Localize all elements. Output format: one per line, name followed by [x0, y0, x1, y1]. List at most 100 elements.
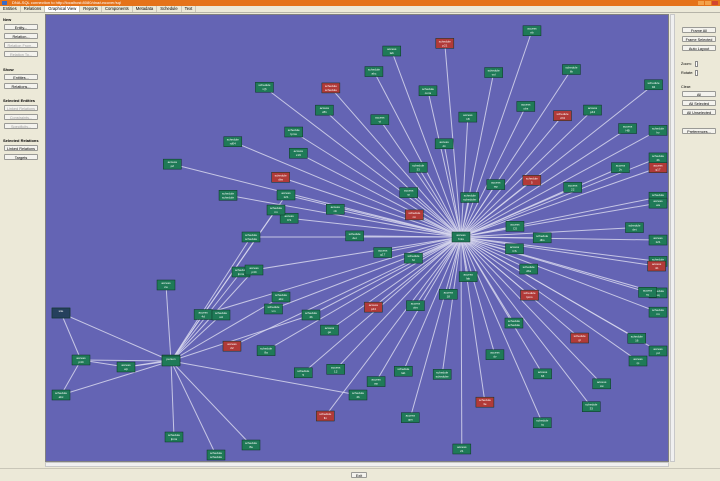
graph-node[interactable]: scheduleabc	[271, 291, 291, 303]
graph-node[interactable]: schedulelib	[562, 64, 581, 75]
graph-node[interactable]: accessHB	[618, 123, 637, 134]
tab-metadata[interactable]: Metadata	[133, 6, 158, 12]
graph-node[interactable]: schedulelab	[394, 365, 413, 377]
exit-button[interactable]: Exit	[351, 472, 367, 478]
new-entity-button[interactable]: Entity...	[4, 24, 38, 30]
graph-node[interactable]: accessvt	[370, 114, 390, 125]
graph-node[interactable]: schedule33	[582, 401, 601, 412]
graph-node[interactable]: schedulerm	[648, 306, 668, 318]
graph-node[interactable]: accessrp	[628, 355, 648, 367]
graph-node[interactable]: schedulescheduler	[432, 369, 452, 380]
relation-from-button[interactable]: Relation From...	[4, 42, 38, 48]
tab-relations[interactable]: Relations	[21, 6, 46, 12]
graph-node[interactable]: accessCS	[505, 221, 525, 232]
graph-node[interactable]: schedulep21	[435, 38, 455, 49]
tab-text[interactable]: Text	[182, 6, 197, 12]
graph-node[interactable]: accessg17	[373, 247, 393, 258]
vertical-scrollbar[interactable]	[670, 14, 675, 462]
graph-node[interactable]: scheduledet	[625, 222, 644, 233]
graph-node[interactable]: schedulehz	[648, 125, 668, 136]
graph-node[interactable]: accessx81	[315, 104, 334, 116]
graph-node[interactable]: access121	[648, 234, 668, 246]
graph-node[interactable]: scheduleabc	[51, 389, 71, 401]
graph-node[interactable]: accessgo	[320, 324, 339, 336]
graph-node[interactable]: accessxy	[638, 287, 657, 298]
graph-node[interactable]: accessdv	[485, 349, 505, 360]
graph-node[interactable]: access121	[276, 189, 296, 201]
graph-canvas[interactable]: access CS schedule schedule access p2 schedule…	[45, 14, 669, 462]
graph-node[interactable]: accessb6	[533, 368, 552, 380]
maximize-button[interactable]	[705, 1, 711, 5]
graph-node[interactable]: accesspd	[648, 345, 668, 357]
constraints-button[interactable]: Constraints...	[4, 114, 38, 120]
graph-node[interactable]: accessobs	[406, 300, 425, 311]
graph-node[interactable]: scheduleschedule	[321, 82, 341, 94]
graph-node[interactable]: scheduletq	[533, 417, 552, 428]
zoom-slider[interactable]	[695, 61, 698, 67]
graph-node[interactable]: accesswa	[648, 197, 668, 209]
graph-node[interactable]: accessfmts	[451, 231, 471, 243]
graph-node[interactable]: schedulerm	[405, 209, 424, 221]
graph-node[interactable]: site	[51, 307, 71, 319]
clear-all-button[interactable]: All	[682, 91, 716, 97]
graph-node[interactable]: schedulelpms	[284, 126, 303, 138]
frame-all-button[interactable]: Frame All	[682, 27, 716, 33]
graph-node[interactable]: accessops	[401, 412, 420, 423]
graph-node[interactable]: accessnb	[326, 203, 345, 215]
graph-node[interactable]: accessp2	[163, 158, 182, 170]
graph-node[interactable]: schedule4b	[301, 309, 321, 321]
graph-node[interactable]: accessrtb	[522, 25, 542, 36]
specificity-button[interactable]: Specificity...	[4, 123, 38, 129]
graph-node[interactable]: schedule8a	[241, 439, 261, 451]
graph-node[interactable]: schedulelpms	[164, 431, 184, 443]
graph-node[interactable]: schedule16	[627, 333, 647, 344]
clear-all-unselected-button[interactable]: All Unselected	[682, 109, 716, 115]
graph-node[interactable]: accessp44	[583, 104, 602, 116]
graph-node[interactable]: accesslab	[458, 271, 478, 282]
graph-node[interactable]: accessnb	[647, 260, 666, 272]
graph-node[interactable]: accessp44	[244, 264, 264, 276]
graph-node[interactable]: schedulegt	[570, 332, 589, 344]
graph-node[interactable]: scheduledet	[345, 230, 364, 242]
graph-node[interactable]: schedule94	[644, 79, 663, 91]
graph-node[interactable]: schedulelpms	[520, 289, 539, 301]
graph-node[interactable]: schedulehz	[404, 252, 423, 264]
graph-node[interactable]: scheduleschedule	[504, 317, 524, 329]
graph-node[interactable]: access18	[439, 289, 458, 300]
graph-node[interactable]: schedulevm	[264, 303, 283, 315]
graph-node[interactable]: schedule8a	[256, 345, 276, 356]
preferences-button[interactable]: Preferences...	[682, 128, 716, 134]
graph-node[interactable]: scheduleschedule	[241, 231, 261, 243]
graph-node[interactable]: schedulefin	[316, 410, 335, 422]
graph-node[interactable]: accesscw	[592, 378, 611, 390]
show-entities-button[interactable]: Entities...	[4, 74, 38, 80]
graph-node[interactable]: schedulerm	[266, 204, 286, 216]
graph-node[interactable]: accesswp	[116, 361, 136, 373]
graph-node[interactable]: access2v	[611, 162, 630, 173]
graph-node[interactable]: schedulevol	[211, 309, 231, 321]
graph-node[interactable]: accessrp	[399, 187, 418, 198]
graph-node[interactable]: scheduleschedule	[206, 449, 226, 461]
graph-node[interactable]: schedule5	[522, 175, 542, 186]
graph-node[interactable]: accesswp	[366, 376, 386, 387]
graph-node[interactable]: accesswp	[486, 179, 506, 190]
graph-node[interactable]: access12	[326, 364, 345, 375]
targets-button[interactable]: Targets	[4, 154, 38, 160]
graph-node[interactable]: access22	[563, 182, 582, 193]
graph-node[interactable]: schedule4b	[348, 389, 368, 401]
graph-node[interactable]: accessp44	[71, 354, 91, 366]
graph-node[interactable]: accessx19	[289, 147, 308, 159]
show-relations-button[interactable]: Relations...	[4, 83, 38, 89]
graph-node[interactable]: access22	[222, 340, 242, 352]
graph-node[interactable]: schedule3e	[475, 396, 495, 408]
graph-node[interactable]: accessg17	[648, 162, 668, 173]
graph-node[interactable]: schedule5	[294, 367, 313, 379]
relation-to-button[interactable]: Relation To...	[4, 51, 38, 57]
graph-node[interactable]: accesscw	[156, 279, 176, 291]
clear-all-selected-button[interactable]: All Selected	[682, 100, 716, 106]
graph-node[interactable]: scheduleabc	[364, 66, 384, 77]
minimize-button[interactable]	[698, 1, 704, 5]
linked-relations-button[interactable]: Linked Relations	[4, 105, 38, 111]
graph-node[interactable]: access21	[452, 443, 472, 455]
graph-node[interactable]: schedulescheduler	[460, 192, 480, 203]
